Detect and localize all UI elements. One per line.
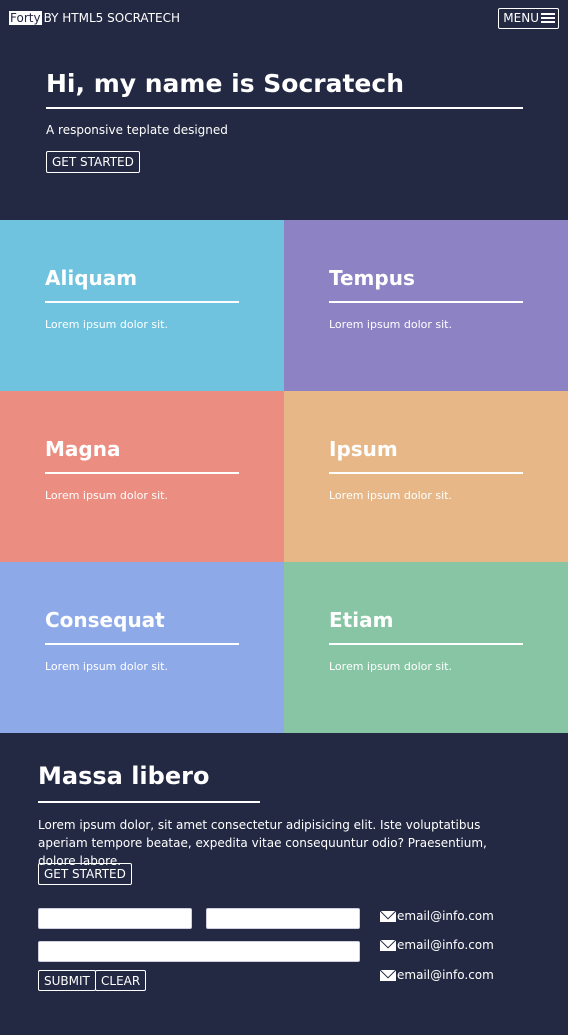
tile-divider	[45, 301, 239, 303]
tile-title: Tempus	[329, 266, 415, 290]
tile-title: Etiam	[329, 608, 394, 632]
tile-ipsum[interactable]: Ipsum Lorem ipsum dolor sit.	[284, 391, 568, 562]
tile-divider	[329, 472, 523, 474]
tile-magna[interactable]: Magna Lorem ipsum dolor sit.	[0, 391, 284, 562]
site-header: Forty BY HTML5 SOCRATECH MENU	[0, 0, 568, 36]
menu-label: MENU	[503, 11, 539, 25]
tile-text: Lorem ipsum dolor sit.	[329, 489, 452, 502]
tiles-grid: Aliquam Lorem ipsum dolor sit. Tempus Lo…	[0, 220, 568, 733]
email-text: email@info.com	[397, 938, 494, 952]
get-started-button[interactable]: GET STARTED	[46, 151, 140, 173]
name-field[interactable]	[38, 908, 192, 929]
tile-text: Lorem ipsum dolor sit.	[329, 660, 452, 673]
contact-email[interactable]: email@info.com	[380, 938, 494, 952]
tile-aliquam[interactable]: Aliquam Lorem ipsum dolor sit.	[0, 220, 284, 391]
email-field[interactable]	[206, 908, 360, 929]
tile-title: Consequat	[45, 608, 165, 632]
section-description: Lorem ipsum dolor, sit amet consectetur …	[38, 818, 487, 868]
section-title: Massa libero	[38, 762, 210, 790]
tile-tempus[interactable]: Tempus Lorem ipsum dolor sit.	[284, 220, 568, 391]
banner: Hi, my name is Socratech A responsive te…	[46, 68, 523, 173]
banner-subtitle: A responsive teplate designed	[46, 123, 228, 137]
tile-title: Aliquam	[45, 266, 138, 290]
brand-byline: BY HTML5 SOCRATECH	[43, 11, 181, 25]
submit-button[interactable]: SUBMIT	[38, 970, 96, 991]
banner-divider	[46, 107, 523, 109]
envelope-icon	[380, 939, 396, 951]
tile-divider	[329, 301, 523, 303]
tile-title: Magna	[45, 437, 121, 461]
envelope-icon	[380, 910, 396, 922]
tile-divider	[329, 643, 523, 645]
banner-title: Hi, my name is Socratech	[46, 69, 404, 98]
tile-text: Lorem ipsum dolor sit.	[45, 318, 168, 331]
email-text: email@info.com	[397, 909, 494, 923]
get-started-button[interactable]: GET STARTED	[38, 863, 132, 885]
message-field[interactable]	[38, 941, 360, 962]
tile-etiam[interactable]: Etiam Lorem ipsum dolor sit.	[284, 562, 568, 733]
section-divider	[38, 801, 260, 803]
menu-button[interactable]: MENU	[498, 7, 559, 29]
brand[interactable]: Forty BY HTML5 SOCRATECH	[9, 11, 180, 25]
brand-logo[interactable]: Forty	[9, 11, 42, 25]
tile-text: Lorem ipsum dolor sit.	[329, 318, 452, 331]
tile-consequat[interactable]: Consequat Lorem ipsum dolor sit.	[0, 562, 284, 733]
email-text: email@info.com	[397, 968, 494, 982]
tile-divider	[45, 472, 239, 474]
contact-email[interactable]: email@info.com	[380, 909, 494, 923]
tile-text: Lorem ipsum dolor sit.	[45, 489, 168, 502]
tile-title: Ipsum	[329, 437, 398, 461]
tile-divider	[45, 643, 239, 645]
tile-text: Lorem ipsum dolor sit.	[45, 660, 168, 673]
clear-button[interactable]: CLEAR	[95, 970, 147, 991]
contact-email[interactable]: email@info.com	[380, 968, 494, 982]
contact-section: Massa libero Lorem ipsum dolor, sit amet…	[0, 733, 568, 1035]
envelope-icon	[380, 969, 396, 981]
hamburger-icon	[541, 12, 555, 24]
